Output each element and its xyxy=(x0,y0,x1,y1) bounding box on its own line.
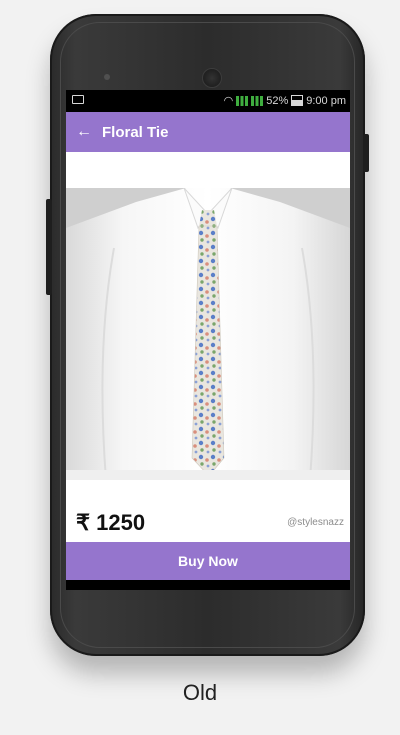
volume-button xyxy=(46,199,52,295)
battery-percent: 52% xyxy=(266,94,289,107)
product-photo xyxy=(66,188,350,480)
phone-speaker xyxy=(104,74,110,80)
app-bar: ← Floral Tie xyxy=(66,112,350,152)
status-bar: ◠ 52% 9:00 pm xyxy=(66,90,350,112)
product-info: ₹ 1250 @stylesnazz xyxy=(66,480,350,542)
signal-icon xyxy=(236,95,249,106)
screen-bottom xyxy=(66,580,350,590)
battery-icon xyxy=(291,95,304,106)
notification-icon xyxy=(72,95,84,104)
back-arrow-icon[interactable]: ← xyxy=(66,123,102,141)
product-image xyxy=(66,188,350,480)
page-title: Floral Tie xyxy=(102,123,169,141)
signal-icon-2 xyxy=(251,95,264,106)
phone-frame: ◠ 52% 9:00 pm ← Floral Tie ₹ 1250 @style… xyxy=(46,14,369,656)
buy-now-button[interactable]: Buy Now xyxy=(66,542,350,580)
status-icons: ◠ 52% 9:00 pm xyxy=(223,94,346,108)
power-button xyxy=(363,134,369,172)
wifi-icon: ◠ xyxy=(223,95,234,107)
seller-handle[interactable]: @stylesnazz xyxy=(287,517,344,528)
price-label: ₹ 1250 xyxy=(76,510,146,535)
product-content: ₹ 1250 @stylesnazz xyxy=(66,152,350,542)
front-camera xyxy=(202,68,222,88)
caption-label: Old xyxy=(182,680,218,705)
clock: 9:00 pm xyxy=(306,94,346,107)
phone-screen: ◠ 52% 9:00 pm ← Floral Tie ₹ 1250 @style… xyxy=(66,90,350,590)
